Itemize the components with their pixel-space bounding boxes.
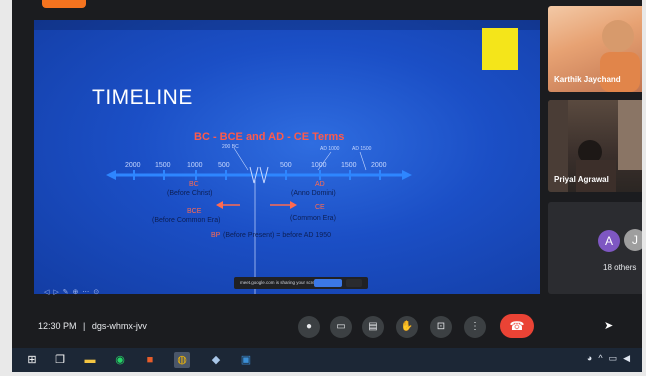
app-icon-2[interactable]: ▣	[238, 352, 254, 368]
meeting-code: dgs-whmx-jvv	[91, 321, 147, 331]
captions-icon: ▤	[368, 321, 378, 332]
raise-hand-button[interactable]: ✋	[396, 316, 418, 338]
captions-button[interactable]: ▤	[362, 316, 384, 338]
present-button[interactable]: ⊡	[430, 316, 452, 338]
stop-sharing-button[interactable]	[314, 279, 342, 287]
tick-label-1000ad: 1000	[311, 162, 327, 169]
mic-button[interactable]: ●	[298, 316, 320, 338]
tick-label-ad1000-marker: AD 1000	[320, 146, 340, 152]
camera-button[interactable]: ▭	[330, 316, 352, 338]
mouse-cursor-icon: ➤	[604, 320, 614, 332]
participant-tile-2[interactable]: Priyal Agrawal	[548, 100, 642, 192]
system-tray[interactable]: ◕^▭◀	[587, 353, 636, 364]
before-christ-label: (Before Christ)	[167, 190, 213, 197]
participant-name-1: Karthik Jaychand	[554, 75, 621, 84]
hand-icon: ✋	[400, 321, 414, 332]
task-view-icon[interactable]: ❐	[52, 352, 68, 368]
slide-toolbar[interactable]: ◁ ▷ ✎ ⊕ ⋯ ⊙	[44, 288, 100, 296]
bc-label: BC	[189, 181, 199, 188]
windows-taskbar: ⊞ ❐ ▬ ◉ ■ ◍ ◆ ▣ ◕^▭◀	[12, 348, 642, 372]
battery-icon: ▭	[608, 353, 624, 363]
ad-label: AD	[315, 181, 325, 188]
participant-tile-1[interactable]: Karthik Jaychand	[548, 6, 642, 92]
bce-label: BCE	[187, 208, 202, 215]
tick-label-2000ad: 2000	[371, 162, 387, 169]
timeline-arrow-right	[402, 170, 412, 180]
tick-label-1500bc: 1500	[155, 162, 171, 169]
office-icon[interactable]: ■	[142, 352, 158, 368]
whatsapp-icon[interactable]: ◉	[112, 352, 128, 368]
more-vert-icon: ⋮	[470, 321, 480, 332]
tick-label-ad1500-marker: AD 1500	[352, 146, 372, 152]
screen-share-banner: meet.google.com is sharing your screen.	[234, 277, 368, 289]
mic-icon: ●	[305, 321, 313, 332]
anno-domini-label: (Anno Domini)	[291, 190, 336, 197]
file-explorer-icon[interactable]: ▬	[82, 352, 98, 368]
more-options-button[interactable]: ⋮	[464, 316, 486, 338]
common-era-label: (Common Era)	[290, 215, 336, 222]
tray-app-icon[interactable]: ◕	[587, 353, 598, 363]
before-common-era-label: (Before Common Era)	[152, 217, 221, 224]
end-call-button[interactable]: ☎	[500, 314, 534, 338]
hide-banner-button[interactable]	[346, 279, 362, 287]
participant-name-2: Priyal Agrawal	[554, 175, 609, 184]
meeting-control-bar: 12:30 PM | dgs-whmx-jvv ● ▭ ▤ ✋ ⊡ ⋮ ☎ ➤	[12, 296, 642, 352]
timeline-graphic	[106, 147, 412, 294]
ce-label: CE	[315, 204, 325, 211]
meeting-time: 12:30 PM	[38, 321, 77, 331]
before-present-label: (Before Present) = before AD 1950	[223, 232, 331, 239]
avatar-a: A	[598, 230, 620, 252]
meet-window: TIMELINE BC - BCE and AD - CE Terms 2000…	[12, 0, 642, 352]
tick-label-2000bc: 2000	[125, 162, 141, 169]
tick-label-1500ad: 1500	[341, 162, 357, 169]
bp-label: BP	[211, 232, 221, 239]
presentation-stage: TIMELINE BC - BCE and AD - CE Terms 2000…	[34, 20, 540, 296]
tick-label-500ad: 500	[280, 162, 292, 169]
pointer-ad1500	[359, 151, 367, 171]
browser-tab-indicator[interactable]	[42, 0, 86, 8]
windows-start-icon[interactable]: ⊞	[24, 352, 40, 368]
pointer-200bc	[233, 147, 249, 171]
meeting-separator: |	[83, 321, 86, 331]
meeting-info: 12:30 PM | dgs-whmx-jvv	[38, 321, 147, 331]
phone-hangup-icon: ☎	[509, 319, 525, 333]
tick-label-200bc: 200 BC	[222, 144, 239, 150]
timeline-arrow-left	[106, 170, 116, 180]
camera-icon: ▭	[336, 321, 346, 332]
share-banner-text: meet.google.com is sharing your screen.	[240, 280, 322, 285]
tick-label-500bc: 500	[218, 162, 230, 169]
app-icon-1[interactable]: ◆	[208, 352, 224, 368]
others-count: 18 others	[603, 263, 637, 272]
chrome-icon[interactable]: ◍	[174, 352, 190, 368]
tick-label-1000bc: 1000	[187, 162, 203, 169]
others-tile[interactable]: A J 18 others	[548, 202, 642, 294]
present-icon: ⊡	[436, 321, 446, 332]
speaker-icon[interactable]: ◀	[623, 353, 636, 363]
avatar-j: J	[624, 229, 642, 251]
tray-chevron-icon[interactable]: ^	[598, 353, 608, 363]
